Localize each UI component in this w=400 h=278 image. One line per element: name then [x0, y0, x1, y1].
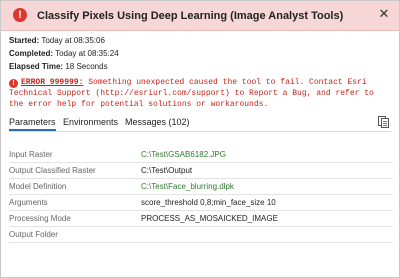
tab-divider [9, 131, 391, 132]
parameter-label: Output Folder [9, 230, 58, 239]
parameters-table: Input Raster C:\Test\GSAB6182.JPG Output… [9, 147, 393, 243]
started-line: Started: Today at 08:35:06 [9, 36, 105, 46]
completed-value: Today at 08:35:24 [55, 49, 119, 58]
elapsed-label: Elapsed Time: [9, 62, 64, 71]
started-label: Started: [9, 36, 40, 45]
parameter-value-link[interactable]: C:\Test\GSAB6182.JPG [141, 150, 226, 160]
table-row: Input Raster C:\Test\GSAB6182.JPG [9, 147, 393, 163]
tab-environments[interactable]: Environments [63, 116, 118, 128]
error-status-icon: ! [13, 8, 27, 22]
table-row: Arguments score_threshold 0,8;min_face_s… [9, 195, 393, 211]
parameter-value: C:\Test\Output [141, 166, 193, 175]
close-icon[interactable]: ✕ [377, 8, 391, 22]
dialog-title: Classify Pixels Using Deep Learning (Ima… [37, 10, 344, 22]
parameter-label: Arguments [9, 198, 48, 207]
table-row: Processing Mode PROCESS_AS_MOSAICKED_IMA… [9, 211, 393, 227]
elapsed-line: Elapsed Time: 18 Seconds [9, 62, 108, 72]
error-message: ERROR 999999: Something unexpected cause… [9, 77, 393, 110]
table-row: Model Definition C:\Test\Face_blurring.d… [9, 179, 393, 195]
parameter-label: Input Raster [9, 150, 53, 159]
tab-messages[interactable]: Messages (102) [125, 116, 190, 128]
elapsed-value: 18 Seconds [65, 62, 108, 71]
parameter-value: PROCESS_AS_MOSAICKED_IMAGE [141, 214, 278, 223]
completed-label: Completed: [9, 49, 53, 58]
copy-document-icon[interactable] [378, 115, 389, 128]
started-value: Today at 08:35:06 [41, 36, 105, 45]
parameter-value-link[interactable]: C:\Test\Face_blurring.dlpk [141, 182, 234, 192]
table-row: Output Folder [9, 227, 393, 243]
parameter-label: Output Classified Raster [9, 166, 96, 175]
parameter-label: Model Definition [9, 182, 67, 191]
parameter-label: Processing Mode [9, 214, 71, 223]
title-bar: ! Classify Pixels Using Deep Learning (I… [1, 1, 399, 31]
table-row: Output Classified Raster C:\Test\Output [9, 163, 393, 179]
completed-line: Completed: Today at 08:35:24 [9, 49, 119, 59]
parameter-value: score_threshold 0,8;min_face_size 10 [141, 198, 276, 207]
tab-parameters[interactable]: Parameters [9, 116, 56, 131]
geoprocessing-result-dialog: ! Classify Pixels Using Deep Learning (I… [0, 0, 400, 278]
error-code-link[interactable]: ERROR 999999: [21, 78, 83, 87]
